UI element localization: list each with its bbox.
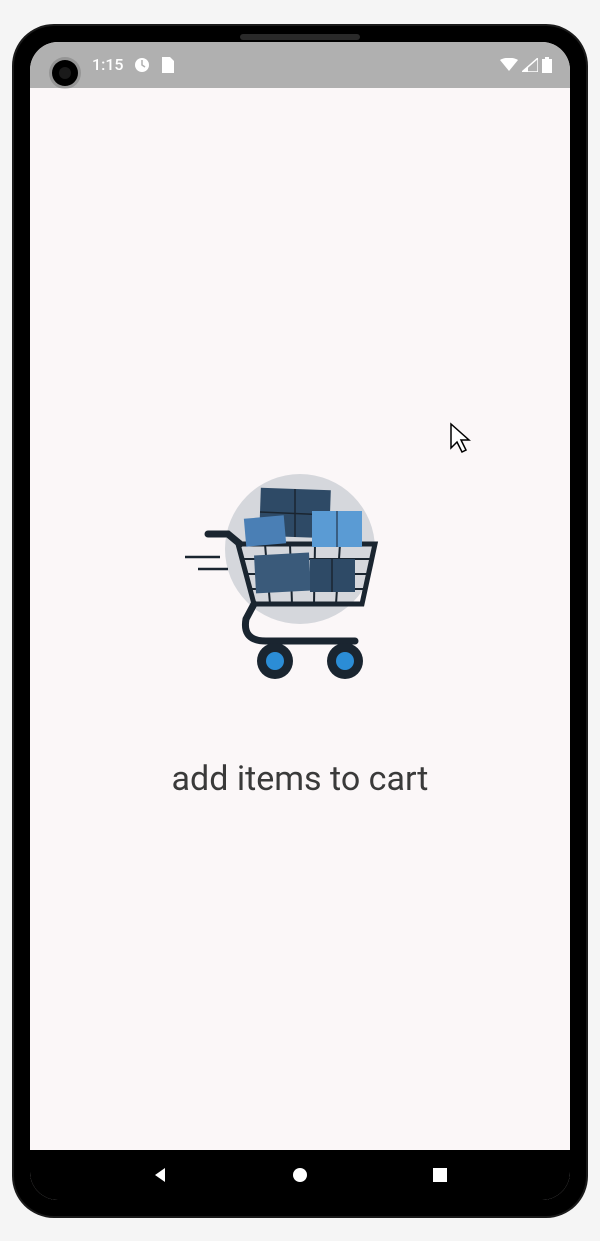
app-content-area: add items to cart bbox=[30, 88, 570, 1150]
shopping-cart-illustration bbox=[170, 439, 430, 699]
phone-speaker-notch bbox=[240, 34, 360, 40]
nav-back-button[interactable] bbox=[148, 1163, 172, 1187]
status-bar-left: 1:15 bbox=[92, 55, 174, 74]
signal-icon bbox=[522, 58, 538, 72]
android-navigation-bar bbox=[30, 1150, 570, 1200]
front-camera-hole bbox=[52, 60, 78, 86]
phone-screen: 1:15 bbox=[30, 42, 570, 1200]
sd-card-icon bbox=[160, 57, 174, 73]
wifi-icon bbox=[500, 58, 518, 72]
status-bar-right bbox=[500, 57, 552, 73]
nav-recent-button[interactable] bbox=[428, 1163, 452, 1187]
notification-icon bbox=[134, 57, 150, 73]
battery-icon bbox=[542, 57, 552, 73]
phone-device-frame: 1:15 bbox=[14, 26, 586, 1216]
status-time: 1:15 bbox=[92, 55, 124, 74]
nav-home-button[interactable] bbox=[288, 1163, 312, 1187]
empty-cart-message: add items to cart bbox=[172, 759, 429, 799]
android-status-bar: 1:15 bbox=[30, 42, 570, 88]
